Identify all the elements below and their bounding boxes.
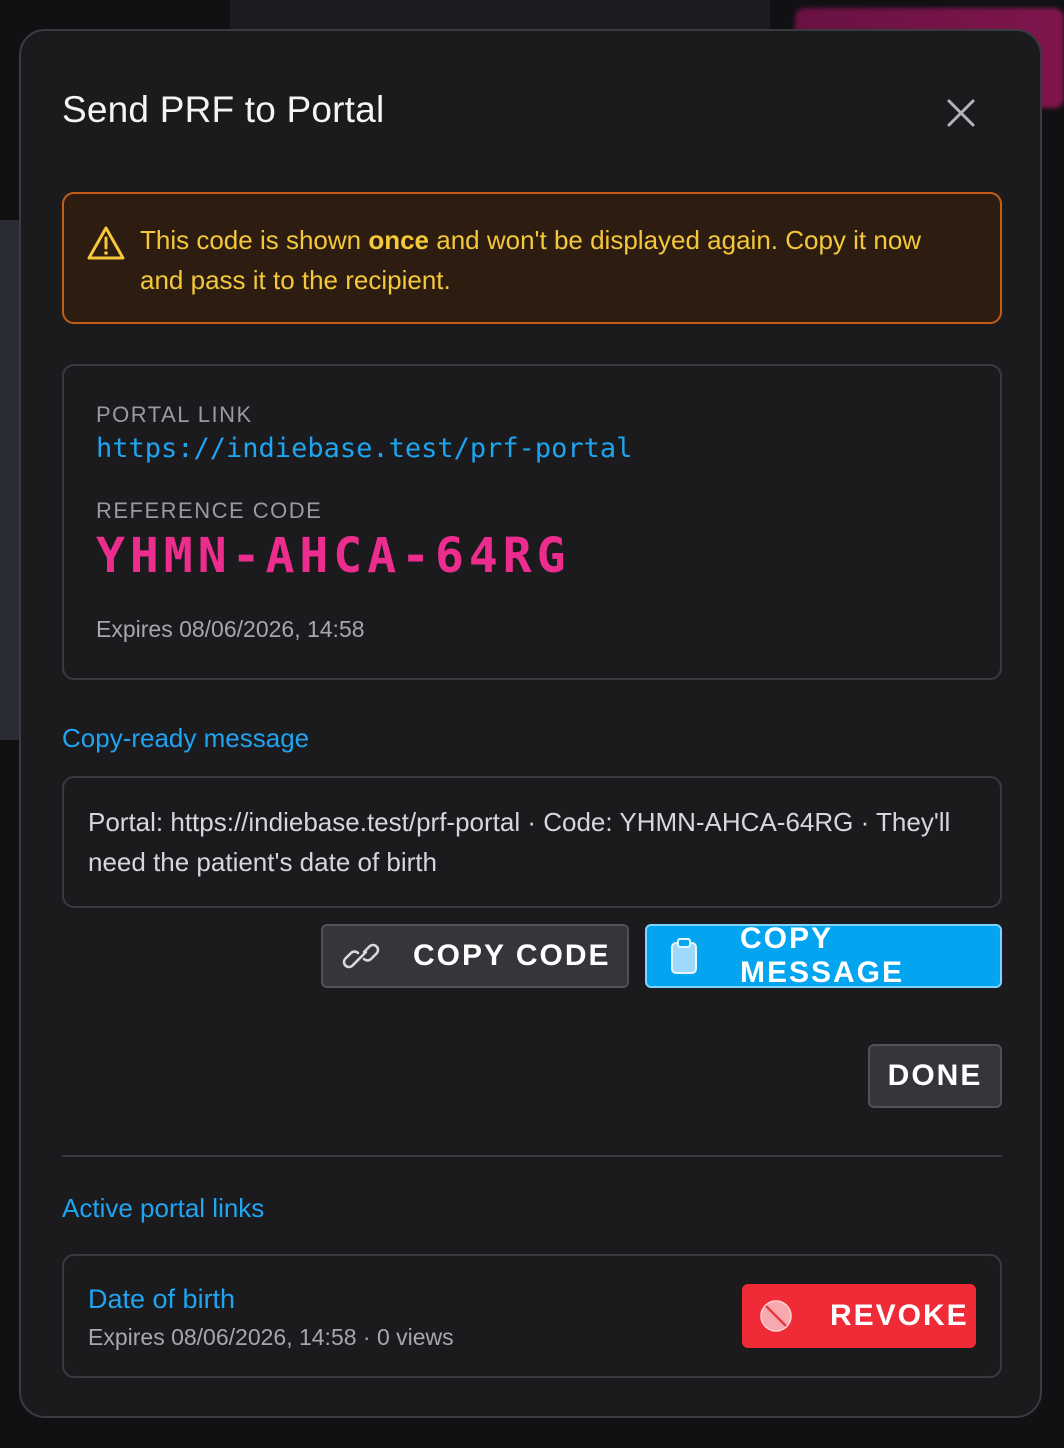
code-card: PORTAL LINK https://indiebase.test/prf-p… [62,364,1002,680]
copy-code-label: COPY CODE [413,939,611,972]
reference-code-label: REFERENCE CODE [96,498,323,523]
background-app-header [230,0,770,30]
background-app-panel [0,220,20,740]
ban-icon [760,1300,792,1332]
clipboard-icon [671,938,698,974]
portal-link[interactable]: https://indiebase.test/prf-portal [96,433,632,464]
active-link-name: Date of birth [88,1284,236,1314]
reference-code: YHMN-AHCA-64RG [96,528,571,584]
copy-code-button[interactable]: COPY CODE [321,924,629,988]
code-expiry: Expires 08/06/2026, 14:58 [96,616,365,642]
copy-message-label: COPY MESSAGE [739,922,905,989]
revoke-button[interactable]: REVOKE [742,1284,976,1348]
warning-banner: This code is shown once and won't be dis… [62,192,1002,324]
copy-message-heading: Copy-ready message [62,723,310,753]
warning-emphasis: once [368,225,430,255]
close-icon [947,99,975,127]
copy-message-button[interactable]: COPY MESSAGE [645,922,1002,989]
send-prf-dialog: Send PRF to Portal This code is shown on… [19,29,1042,1418]
revoke-label: REVOKE [830,1299,969,1332]
message-text: Portal: https://indiebase.test/prf-porta… [88,807,951,877]
portal-link-label: PORTAL LINK [96,402,253,427]
done-button[interactable]: DONE [868,1044,1002,1108]
link-icon [342,943,380,969]
list-item: Date of birth Expires 08/06/2026, 14:58 … [62,1254,1002,1378]
dialog-title: Send PRF to Portal [62,89,385,130]
active-links-heading: Active portal links [62,1193,265,1223]
copy-ready-message[interactable]: Portal: https://indiebase.test/prf-porta… [62,776,1002,908]
section-divider [62,1155,1002,1157]
warning-text: This code is shown once and won't be dis… [140,225,922,295]
warning-icon [87,226,125,260]
active-link-meta: Expires 08/06/2026, 14:58 · 0 views [88,1324,454,1350]
close-button[interactable] [939,91,983,135]
